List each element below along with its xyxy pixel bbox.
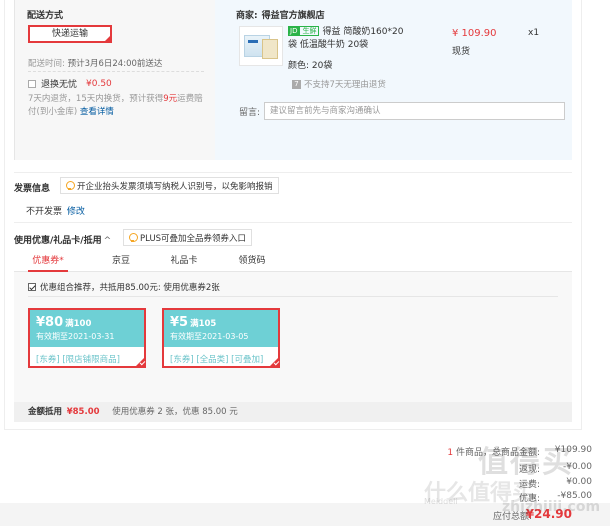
message-input[interactable]: 建议留言前先与商家沟通确认 [264, 102, 566, 120]
invoice-title: 发票信息 [14, 184, 51, 194]
no-return-icon: 7 [292, 79, 301, 89]
return-insurance-price: ¥0.50 [86, 78, 112, 89]
seller-info: 商家: 得益官方旗舰店 [236, 8, 325, 21]
coupon-tabs: 优惠券* 京豆 礼品卡 领货码 [14, 252, 572, 272]
product-stock: 现货 [452, 47, 471, 57]
shipping-fee-value: ¥0.00 [566, 477, 592, 487]
seller-name[interactable]: 得益官方旗舰店 [262, 11, 325, 21]
return-note-highlight: 9元 [163, 94, 178, 104]
shipping-method-label: 快递运输 [51, 29, 88, 39]
coupon-expiry: 有效期至2021-03-31 [36, 332, 115, 341]
divider [28, 71, 204, 72]
coupon-title-text: 使用优惠/礼品卡/抵用 [14, 236, 102, 246]
color-value: 20袋 [311, 61, 333, 71]
invoice-tip-text: 开企业抬头发票须填写纳税人识别号，以免影响报销 [77, 181, 273, 192]
product-color: 颜色: 20袋 [288, 58, 332, 71]
plus-coupon-text: PLUS可叠加全品券领券入口 [140, 233, 247, 244]
product-price: ¥ 109.90 [452, 28, 497, 39]
cashback-label: 返现: [518, 465, 540, 475]
coupon-amount: ¥5 [170, 315, 189, 330]
delivery-time-label: 配送时间: [28, 59, 65, 69]
shipping-title: 配送方式 [27, 11, 64, 21]
return-insurance-option[interactable]: 退换无忧 ¥0.50 [28, 77, 112, 90]
product-name[interactable]: JD 生鲜 得益 简酸奶160*20袋 低温酸牛奶 20袋 [288, 26, 412, 52]
invoice-type: 不开发票 [26, 207, 63, 217]
return-insurance-note: 7天内退货，15天内换货，预计获得9元运费赔付(到小金库) 查看详情 [28, 93, 206, 119]
pay-total-bar: 应付总额: ¥24.90 [0, 503, 610, 526]
divider [14, 172, 572, 173]
fresh-tag: 生鲜 [299, 26, 320, 36]
summary-shipping: 运费: ¥0.00 [420, 477, 592, 490]
shipping-product-section: 配送方式 快递运输 配送时间: 预计3月6日24:00前送达 退换无忧 ¥0.5… [14, 0, 572, 160]
product-image[interactable] [239, 26, 283, 66]
deduction-note: 使用优惠券 2 张，优惠 85.00 元 [112, 407, 238, 417]
combo-recommend-text: 优惠组合推荐，共抵用85.00元: 使用优惠券2张 [40, 283, 220, 293]
coupon-amount-row: ¥80 满100 [36, 315, 138, 330]
plus-coupon-entry[interactable]: PLUS可叠加全品券领券入口 [123, 229, 253, 246]
return-note-text: 7天内退货，15天内换货，预计获得 [28, 94, 164, 104]
checkmark-icon [269, 357, 279, 367]
coupon-tags: [东券] [全品类] [可叠加] [170, 355, 264, 365]
shipping-pane: 配送方式 快递运输 配送时间: 预计3月6日24:00前送达 退换无忧 ¥0.5… [15, 0, 215, 160]
summary-count: 1 件商品，总商品金额: [420, 445, 540, 458]
tab-coupons[interactable]: 优惠券* [28, 252, 68, 272]
lightbulb-icon [66, 181, 75, 190]
coupon-head: ¥5 满105 有效期至2021-03-05 [164, 310, 278, 347]
no-return-text: 不支持7天无理由退货 [304, 80, 386, 90]
chevron-up-icon: ^ [103, 236, 112, 246]
coupon-tags: [东券] [限店铺限商品] [36, 355, 120, 365]
divider [14, 222, 572, 223]
coupon-section-title[interactable]: 使用优惠/礼品卡/抵用 ^ [14, 233, 111, 246]
jd-tag: JD [288, 26, 300, 36]
pay-total-amount: ¥24.90 [525, 507, 572, 521]
color-label: 颜色: [288, 61, 310, 71]
return-insurance-label: 退换无忧 [41, 80, 78, 90]
coupon-condition: 满105 [190, 319, 217, 329]
tab-pickup-code[interactable]: 领货码 [234, 252, 270, 272]
combo-recommend-row[interactable]: 优惠组合推荐，共抵用85.00元: 使用优惠券2张 [28, 281, 220, 293]
shipping-fee-label: 运费: [518, 480, 540, 490]
tab-gift-card[interactable]: 礼品卡 [166, 252, 202, 272]
coupon-card[interactable]: ¥80 满100 有效期至2021-03-31 [东券] [限店铺限商品] [28, 308, 146, 368]
deduction-amount: ¥85.00 [66, 407, 100, 417]
shipping-method-button[interactable]: 快递运输 [28, 25, 112, 43]
coupon-expiry: 有效期至2021-03-05 [170, 332, 249, 341]
delivery-time-value: 预计3月6日24:00前送达 [67, 59, 163, 69]
checkmark-icon [135, 357, 145, 367]
divider [28, 296, 558, 297]
coupon-amount: ¥80 [36, 315, 64, 330]
coupon-card[interactable]: ¥5 满105 有效期至2021-03-05 [东券] [全品类] [可叠加] [162, 308, 280, 368]
coupon-panel: 优惠组合推荐，共抵用85.00元: 使用优惠券2张 ¥80 满100 有效期至20… [14, 272, 572, 402]
product-pack-graphic [262, 39, 278, 59]
message-row: 留言: 建议留言前先与商家沟通确认 [239, 102, 566, 120]
delivery-time: 配送时间: 预计3月6日24:00前送达 [28, 57, 162, 69]
no-return-notice: 7 不支持7天无理由退货 [292, 78, 386, 90]
deduction-label: 金额抵用 [28, 407, 63, 417]
coupon-condition: 满100 [65, 319, 92, 329]
coupon-head: ¥80 满100 有效期至2021-03-31 [30, 310, 144, 347]
invoice-tip: 开企业抬头发票须填写纳税人识别号，以免影响报销 [60, 177, 279, 194]
cashback-value: -¥0.00 [562, 462, 592, 472]
seller-label: 商家: [236, 11, 258, 21]
goods-total-value: ¥109.90 [554, 445, 592, 455]
tab-coupons-label: 优惠券 [32, 256, 60, 266]
return-insurance-checkbox[interactable] [28, 79, 36, 88]
coupon-amount-row: ¥5 满105 [170, 315, 272, 330]
tab-jd-beans[interactable]: 京豆 [106, 252, 136, 272]
invoice-value: 不开发票 修改 [26, 204, 85, 217]
product-quantity: x1 [528, 28, 540, 38]
item-count-text: 件商品，总商品金额: [453, 448, 540, 458]
invoice-edit-link[interactable]: 修改 [67, 207, 85, 217]
coupon-deduction-summary: 金额抵用 ¥85.00 使用优惠券 2 张，优惠 85.00 元 [14, 402, 572, 422]
summary-goods-total: 1 件商品，总商品金额: ¥109.90 [420, 445, 592, 458]
combo-recommend-checkbox[interactable] [28, 283, 36, 291]
summary-cashback: 返现: -¥0.00 [420, 462, 592, 475]
lightbulb-icon [129, 233, 138, 242]
tab-coupons-star: * [59, 256, 64, 266]
view-details-link[interactable]: 查看详情 [80, 107, 114, 117]
product-pane: 商家: 得益官方旗舰店 JD 生鲜 得益 简酸奶160*20袋 低温酸牛奶 20袋 颜… [215, 0, 572, 160]
message-label: 留言: [239, 107, 261, 118]
selected-corner-icon [104, 35, 111, 42]
